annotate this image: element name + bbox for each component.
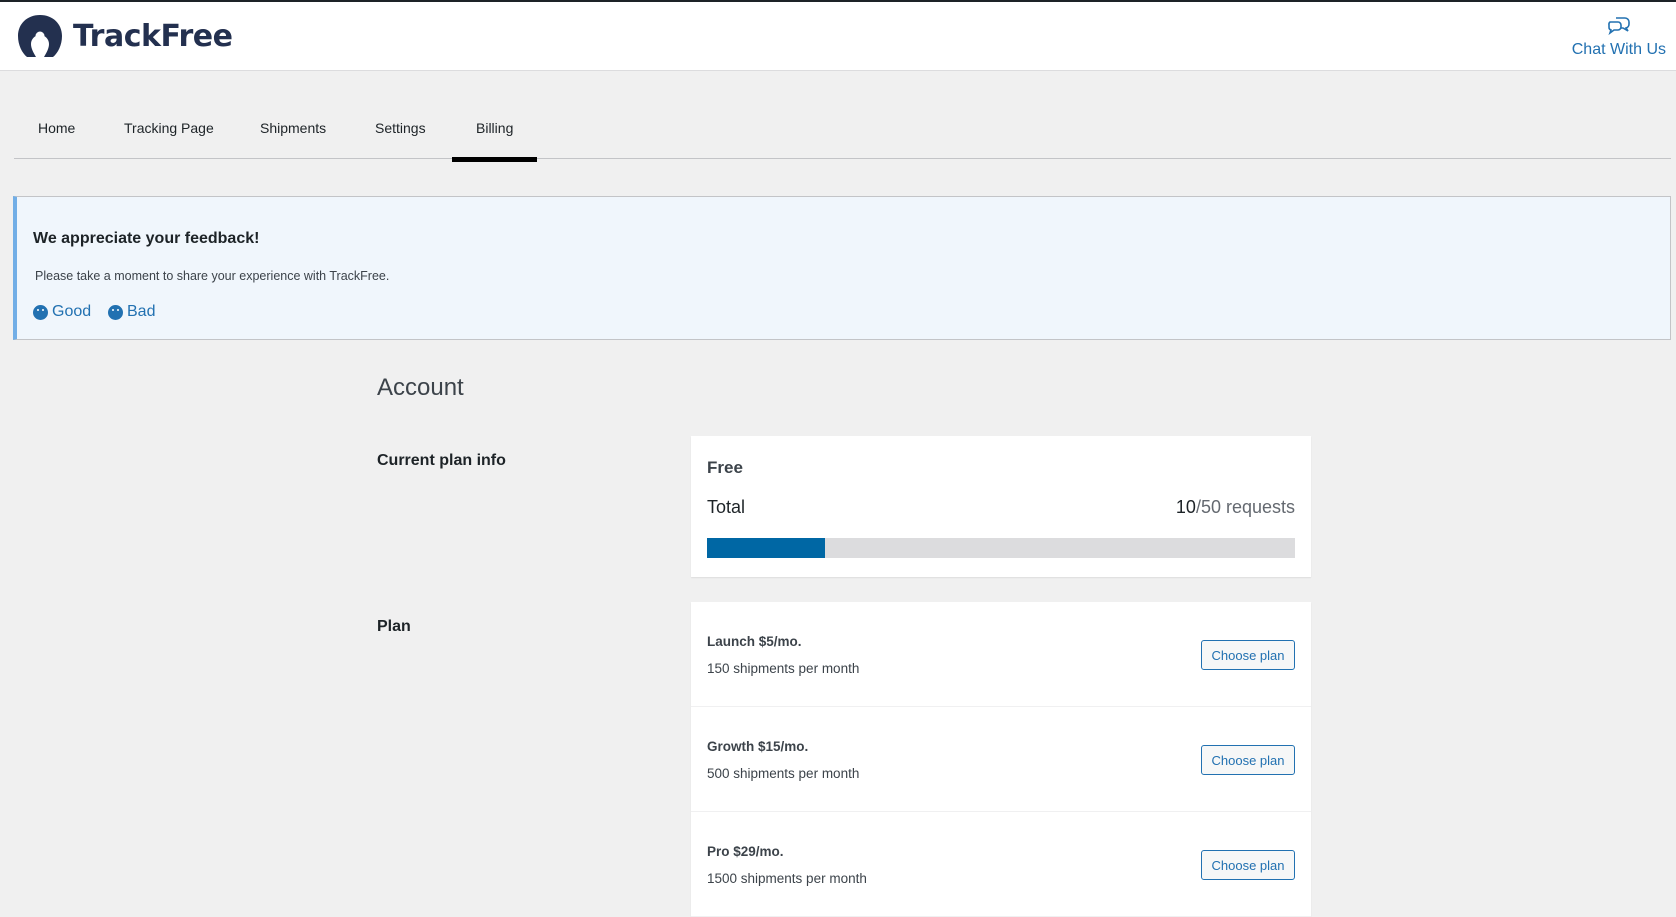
tab-shipments[interactable]: Shipments [260,120,326,136]
feedback-bad-button[interactable]: Bad [108,303,155,321]
account-heading: Account [377,374,464,401]
choose-plan-button[interactable]: Choose plan [1201,745,1295,775]
plan-desc: 1500 shipments per month [707,871,867,886]
good-label: Good [52,303,92,320]
plans-card: Launch $5/mo. 150 shipments per month Ch… [691,602,1311,917]
plan-desc: 500 shipments per month [707,766,860,781]
plan-title: Growth $15/mo. [707,739,809,754]
feedback-title: We appreciate your feedback! [33,230,260,247]
plan-name: Free [707,458,743,477]
feedback-banner: We appreciate your feedback! Please take… [13,196,1671,340]
choose-plan-button[interactable]: Choose plan [1201,850,1295,880]
feedback-good-button[interactable]: Good [33,303,91,321]
plan-row: Pro $29/mo. 1500 shipments per month Cho… [691,812,1311,917]
smile-icon [33,304,48,320]
plan-desc: 150 shipments per month [707,661,860,676]
total-label: Total [707,497,746,517]
used-count: 10 [1175,497,1196,517]
tab-billing[interactable]: Billing [451,120,538,162]
limit-count: /50 requests [1195,497,1295,517]
plan-row: Growth $15/mo. 500 shipments per month C… [691,707,1311,812]
tab-settings[interactable]: Settings [375,120,426,136]
brand-name: TrackFree [73,18,233,54]
usage-progress-fill [707,538,825,558]
tab-tracking-page[interactable]: Tracking Page [124,120,214,136]
nav-tabs: Home Tracking Page Shipments Settings Bi… [14,100,1671,162]
chat-with-us-link[interactable]: Chat With Us [1572,14,1666,59]
choose-plan-button[interactable]: Choose plan [1201,640,1295,670]
plan-label: Plan [377,618,411,635]
current-plan-card: Free Total 10/50 requests [691,436,1311,577]
bad-label: Bad [127,303,156,320]
chat-label: Chat With Us [1571,41,1666,58]
feedback-text: Please take a moment to share your exper… [35,269,390,283]
logo-icon [18,15,62,57]
logo[interactable]: TrackFree [17,14,233,58]
top-bar: TrackFree Chat With Us [0,0,1676,71]
tab-home[interactable]: Home [38,120,75,136]
requests-count: 10/50 requests [1176,497,1295,518]
plan-title: Launch $5/mo. [707,634,802,649]
plan-title: Pro $29/mo. [707,844,784,859]
usage-progress-bar [707,538,1295,558]
chat-bubbles-icon [1608,17,1630,36]
current-plan-label: Current plan info [377,452,506,469]
frown-icon [108,304,123,320]
plan-row: Launch $5/mo. 150 shipments per month Ch… [691,602,1311,707]
